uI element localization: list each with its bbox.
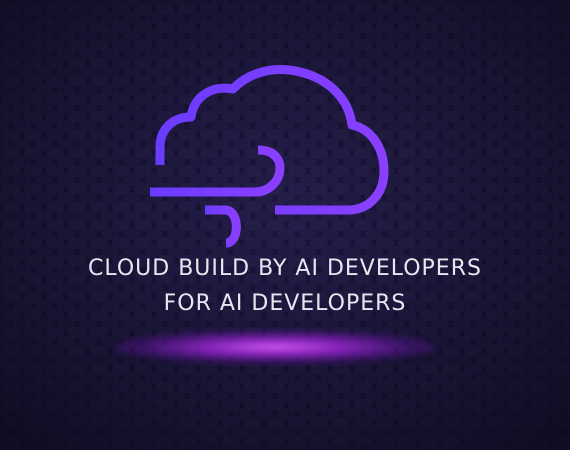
cloud-wind-icon	[130, 65, 389, 248]
glow-underline	[115, 330, 435, 364]
headline-line-2: FOR AI DEVELOPERS	[163, 291, 407, 316]
headline-line-1: CLOUD BUILD BY AI DEVELOPERS	[88, 256, 482, 281]
banner: CLOUD BUILD BY AI DEVELOPERS FOR AI DEVE…	[0, 0, 570, 450]
